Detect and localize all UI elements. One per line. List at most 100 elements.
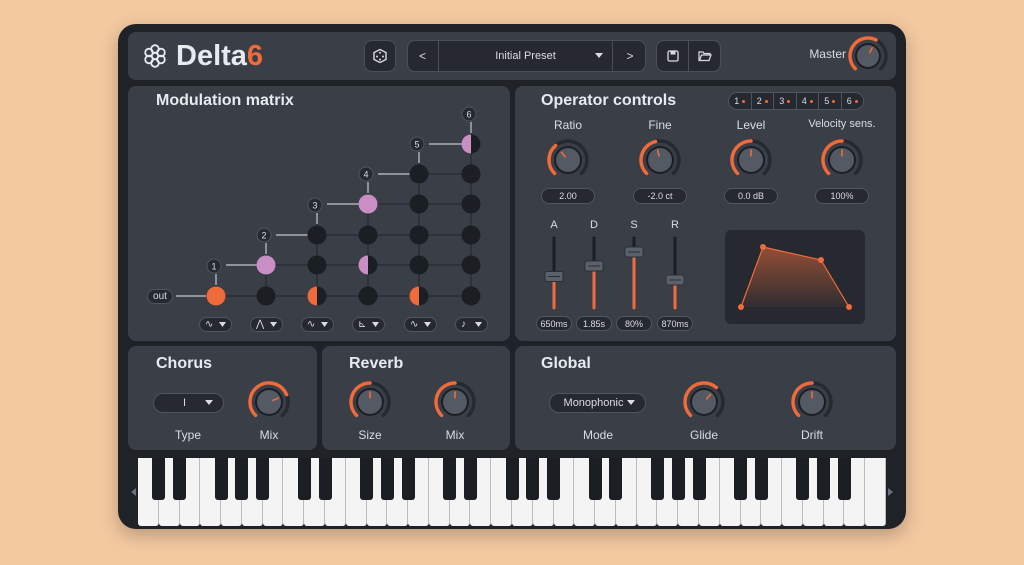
black-key[interactable]	[360, 458, 374, 500]
matrix-node[interactable]	[461, 164, 481, 184]
waveform-dropdown[interactable]: ∿	[199, 317, 232, 332]
matrix-node[interactable]	[358, 286, 378, 306]
black-key[interactable]	[152, 458, 166, 500]
operator-tab[interactable]: 5	[819, 93, 842, 109]
dice-icon	[373, 48, 387, 64]
operator-knob-value[interactable]: -2.0 ct	[633, 188, 687, 204]
adsr-slider[interactable]	[622, 234, 646, 314]
reverb-size-knob[interactable]	[346, 380, 394, 424]
operator-tab[interactable]: 3	[774, 93, 797, 109]
matrix-node[interactable]	[461, 225, 481, 245]
black-key[interactable]	[526, 458, 540, 500]
matrix-node[interactable]	[206, 286, 226, 306]
waveform-dropdown[interactable]: ⊾	[352, 317, 385, 332]
black-key[interactable]	[443, 458, 457, 500]
adsr-slider[interactable]	[663, 234, 687, 314]
chevron-down-icon	[627, 400, 635, 405]
chorus-type-label: Type	[174, 428, 201, 442]
black-key[interactable]	[318, 458, 332, 500]
black-key[interactable]	[650, 458, 664, 500]
drift-knob[interactable]	[788, 380, 836, 424]
operator-tab[interactable]: 4	[797, 93, 819, 109]
matrix-node[interactable]	[256, 255, 276, 275]
operator-knob[interactable]	[727, 138, 775, 182]
operator-knob-value[interactable]: 0.0 dB	[724, 188, 778, 204]
waveform-dropdown[interactable]: ♪	[455, 317, 488, 332]
adsr-value[interactable]: 80%	[616, 316, 652, 331]
adsr-value[interactable]: 870ms	[657, 316, 693, 331]
chevron-down-icon	[372, 322, 379, 327]
black-key[interactable]	[505, 458, 519, 500]
black-key[interactable]	[734, 458, 748, 500]
waveform-dropdown[interactable]: ∿	[404, 317, 437, 332]
black-key[interactable]	[463, 458, 477, 500]
matrix-node[interactable]	[461, 194, 481, 214]
black-key[interactable]	[380, 458, 394, 500]
preset-dropdown[interactable]: Initial Preset	[438, 40, 613, 72]
matrix-node[interactable]	[409, 225, 429, 245]
black-key[interactable]	[588, 458, 602, 500]
prev-preset-button[interactable]: <	[407, 40, 438, 72]
matrix-node[interactable]	[358, 225, 378, 245]
reverb-mix-knob[interactable]	[431, 380, 479, 424]
open-preset-button[interactable]	[688, 40, 721, 72]
black-key[interactable]	[214, 458, 228, 500]
operator-tab[interactable]: 6	[842, 93, 864, 109]
chorus-mix-knob[interactable]	[245, 380, 293, 424]
matrix-node[interactable]	[307, 225, 327, 245]
matrix-node[interactable]	[461, 255, 481, 275]
chevron-down-icon	[475, 322, 482, 327]
matrix-node[interactable]	[409, 286, 429, 306]
operator-knob[interactable]	[636, 138, 684, 182]
chorus-type-dropdown[interactable]: I	[153, 393, 224, 413]
operator-tab-label: 5	[824, 96, 830, 106]
black-key[interactable]	[671, 458, 685, 500]
scroll-right-icon[interactable]	[888, 488, 894, 496]
adsr-slider[interactable]	[542, 234, 566, 314]
operator-tab[interactable]: 1	[729, 93, 752, 109]
adsr-slider[interactable]	[582, 234, 606, 314]
matrix-node[interactable]	[358, 255, 378, 275]
matrix-node[interactable]	[358, 194, 378, 214]
master-volume-knob[interactable]	[846, 36, 890, 76]
black-key[interactable]	[256, 458, 270, 500]
operator-knob[interactable]	[818, 138, 866, 182]
mode-dropdown[interactable]: Monophonic	[549, 393, 646, 413]
operator-knob-value[interactable]: 100%	[815, 188, 869, 204]
black-key[interactable]	[817, 458, 831, 500]
operator-tab[interactable]: 2	[752, 93, 774, 109]
matrix-node[interactable]	[409, 164, 429, 184]
save-preset-button[interactable]	[656, 40, 689, 72]
modulation-matrix-grid[interactable]: 1 2 3 4 5 6	[128, 86, 510, 341]
black-key[interactable]	[173, 458, 187, 500]
black-key[interactable]	[401, 458, 415, 500]
operator-knob-value[interactable]: 2.00	[541, 188, 595, 204]
matrix-node[interactable]	[461, 286, 481, 306]
waveform-dropdown[interactable]: ∿	[301, 317, 334, 332]
matrix-node[interactable]	[307, 255, 327, 275]
next-preset-button[interactable]: >	[614, 40, 646, 72]
operator-controls-title: Operator controls	[541, 92, 677, 109]
matrix-node[interactable]	[409, 255, 429, 275]
piano-keyboard[interactable]	[128, 458, 896, 528]
black-key[interactable]	[837, 458, 851, 500]
adsr-value[interactable]: 1.85s	[576, 316, 612, 331]
black-key[interactable]	[547, 458, 561, 500]
scroll-left-icon[interactable]	[131, 488, 137, 496]
matrix-node[interactable]	[461, 134, 481, 154]
white-key[interactable]	[865, 458, 886, 526]
black-key[interactable]	[692, 458, 706, 500]
matrix-node[interactable]	[256, 286, 276, 306]
operator-knob[interactable]	[544, 138, 592, 182]
adsr-value[interactable]: 650ms	[536, 316, 572, 331]
black-key[interactable]	[754, 458, 768, 500]
randomize-button[interactable]	[364, 40, 396, 72]
glide-knob[interactable]	[680, 380, 728, 424]
waveform-dropdown[interactable]: ⋀	[250, 317, 283, 332]
black-key[interactable]	[796, 458, 810, 500]
matrix-node[interactable]	[307, 286, 327, 306]
black-key[interactable]	[235, 458, 249, 500]
black-key[interactable]	[297, 458, 311, 500]
black-key[interactable]	[609, 458, 623, 500]
matrix-node[interactable]	[409, 194, 429, 214]
